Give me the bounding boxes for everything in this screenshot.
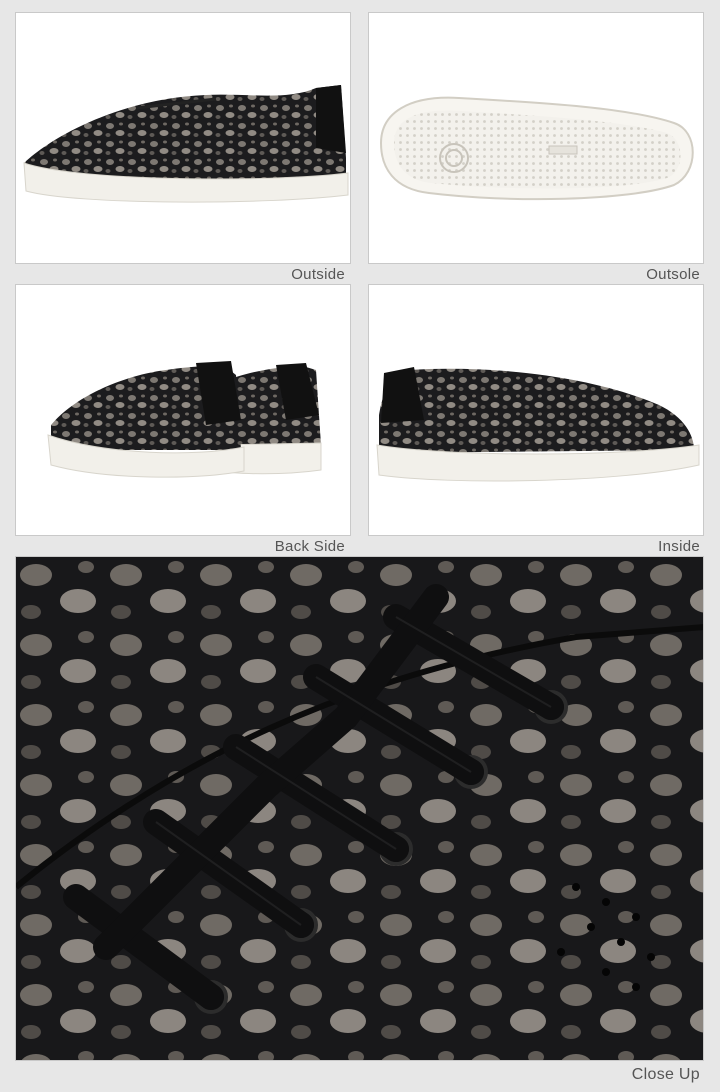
sneaker-inside-image (376, 367, 700, 482)
sneaker-outside-image (23, 85, 349, 203)
caption-close-up: Close Up (631, 1066, 700, 1083)
caption-inside: Inside (658, 538, 700, 555)
photo-back-side (15, 284, 351, 536)
photo-inside (368, 284, 704, 536)
photo-close-up (15, 556, 704, 1061)
photo-outsole (368, 12, 704, 264)
caption-back-side: Back Side (274, 538, 345, 555)
sneaker-outsole-image (379, 96, 694, 201)
sneaker-close-up-image (16, 557, 703, 1060)
caption-outside: Outside (291, 266, 345, 283)
sneaker-back-side-image (47, 361, 322, 478)
caption-outsole: Outsole (646, 266, 700, 283)
photo-outside (15, 12, 351, 264)
